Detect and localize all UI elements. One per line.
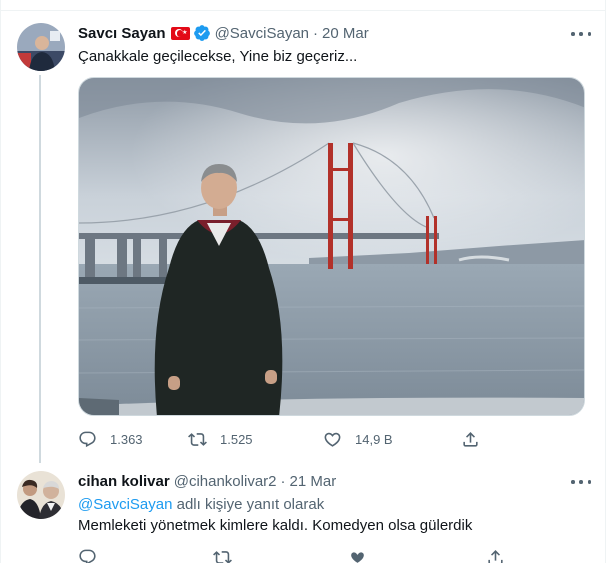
- share-icon: [463, 431, 478, 447]
- tweet-actions: 1.363 1.525 14,9 B: [78, 429, 508, 449]
- reply-context-label: adlı kişiye yanıt olarak: [176, 496, 325, 513]
- heart-icon: [324, 432, 341, 447]
- share-icon: [488, 549, 503, 563]
- display-name[interactable]: cihan kolivar: [78, 473, 170, 490]
- retweet-icon: [213, 550, 232, 563]
- handle[interactable]: @cihankolivar2: [174, 473, 277, 490]
- reply-icon: [79, 431, 96, 447]
- retweet-button[interactable]: 1.525: [188, 430, 323, 449]
- timestamp[interactable]: 20 Mar: [322, 25, 369, 42]
- retweet-count: 1.525: [220, 431, 253, 447]
- tweet-text: Çanakkale geçilecekse, Yine biz geçeriz.…: [78, 48, 358, 65]
- tweet-text: Memleketi yönetmek kimlere kaldı. Komedy…: [78, 517, 473, 534]
- retweet-icon: [188, 432, 207, 446]
- avatar[interactable]: [17, 471, 65, 519]
- like-button[interactable]: [348, 548, 486, 563]
- reply-icon: [79, 549, 96, 563]
- retweet-button[interactable]: [213, 548, 348, 563]
- handle[interactable]: @SavciSayan: [215, 25, 309, 42]
- tweet-header: cihan kolivar @cihankolivar2 · 21 Mar: [78, 471, 336, 491]
- heart-icon: [351, 551, 364, 563]
- reply-button[interactable]: [78, 548, 213, 563]
- separator-dot: ·: [313, 24, 319, 42]
- tweet-photo[interactable]: [78, 77, 585, 416]
- display-name[interactable]: Savcı Sayan: [78, 25, 166, 42]
- more-options-icon[interactable]: [571, 25, 591, 43]
- reply-context: @SavciSayan adlı kişiye yanıt olarak: [78, 495, 324, 515]
- timeline: Savcı Sayan ★ @SavciSayan · 20 Mar Çanak…: [0, 0, 606, 563]
- share-button[interactable]: [461, 430, 480, 449]
- tweet[interactable]: Savcı Sayan ★ @SavciSayan · 20 Mar Çanak…: [1, 11, 606, 463]
- share-button[interactable]: [486, 548, 505, 563]
- like-button[interactable]: 14,9 B: [323, 430, 461, 449]
- reply-count: 1.363: [110, 431, 143, 447]
- verified-badge-icon: [193, 25, 210, 41]
- thread-line: [39, 75, 41, 463]
- tweet-header: Savcı Sayan ★ @SavciSayan · 20 Mar: [78, 23, 369, 43]
- tweet[interactable]: cihan kolivar @cihankolivar2 · 21 Mar @S…: [1, 459, 606, 563]
- tweet-actions: [78, 547, 508, 563]
- more-options-icon[interactable]: [571, 473, 591, 491]
- mention-link[interactable]: @SavciSayan: [78, 496, 172, 513]
- like-count: 14,9 B: [355, 431, 393, 447]
- avatar[interactable]: [17, 23, 65, 71]
- reply-button[interactable]: 1.363: [78, 430, 188, 449]
- separator-dot: ·: [280, 472, 286, 490]
- timestamp[interactable]: 21 Mar: [290, 473, 337, 490]
- turkey-flag-icon: ★: [170, 26, 190, 40]
